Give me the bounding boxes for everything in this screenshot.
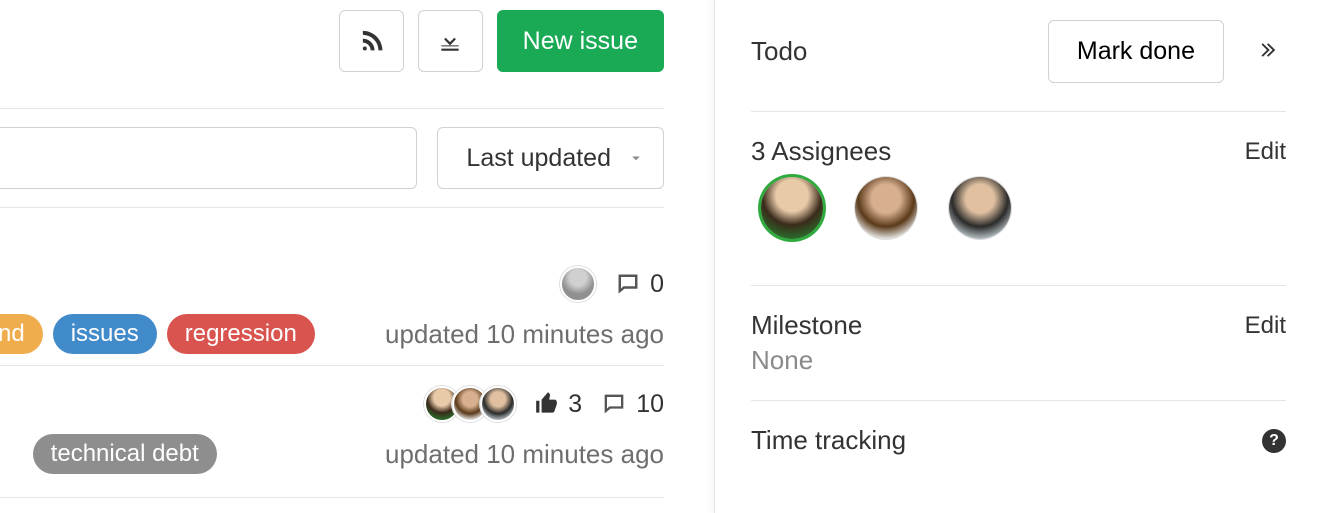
comment-count: 0 [650,270,664,299]
avatar-stack [424,386,516,422]
todo-label: Todo [751,36,807,67]
avatar [480,386,516,422]
new-issue-button[interactable]: New issue [497,10,664,72]
chevron-double-right-icon [1256,39,1278,61]
assignee-avatar[interactable] [855,177,917,239]
updated-text: updated 10 minutes ago [385,319,664,350]
download-button[interactable] [418,10,483,72]
rss-button[interactable] [339,10,404,72]
sort-dropdown[interactable]: Last updated [437,127,664,189]
assignees-label: 3 Assignees [751,136,891,167]
rss-icon [358,28,384,54]
label-pill[interactable]: technical debt [33,434,217,474]
comments-icon [614,270,642,298]
label-pill[interactable]: nd [0,314,43,354]
edit-assignees-button[interactable]: Edit [1245,138,1286,166]
assignee-avatar[interactable] [949,177,1011,239]
mark-done-button[interactable]: Mark done [1048,20,1224,83]
help-icon[interactable]: ? [1262,429,1286,453]
label-pill[interactable]: issues [53,314,157,354]
assignee-avatar[interactable] [761,177,823,239]
comment-count: 10 [636,390,664,419]
search-input[interactable] [0,127,417,189]
updated-text: updated 10 minutes ago [385,439,664,470]
issue-row[interactable]: 3 10 . technical debt updated 10 minutes… [0,366,664,498]
issue-sidebar: Todo Mark done 3 Assignees Edit Mileston… [714,0,1322,513]
edit-milestone-button[interactable]: Edit [1245,312,1286,340]
milestone-label: Milestone [751,310,862,341]
issue-labels: . technical debt [0,434,217,474]
issue-row[interactable]: 0 nd issues regression updated 10 minute… [0,246,664,366]
label-pill[interactable]: regression [167,314,315,354]
collapse-sidebar-button[interactable] [1248,31,1286,72]
download-icon [437,28,463,54]
new-issue-label: New issue [523,27,638,56]
thumbs-up-icon [534,391,560,417]
time-tracking-label: Time tracking [751,425,906,456]
avatar [560,266,596,302]
chevron-down-icon [627,149,645,167]
comments-icon [600,390,628,418]
issue-labels: nd issues regression [0,314,315,354]
milestone-value: None [751,345,1286,376]
mark-done-label: Mark done [1077,37,1195,65]
sort-label: Last updated [466,144,611,173]
thumbs-count: 3 [568,390,582,419]
